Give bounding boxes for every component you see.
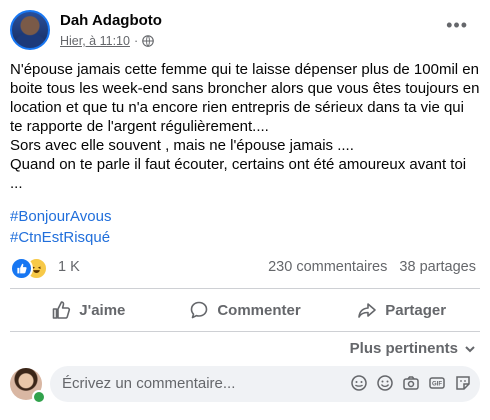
share-button[interactable]: Partager [323,290,480,330]
gif-icon[interactable]: GIF [428,374,446,392]
comment-icon [191,301,208,319]
thumbs-up-icon [52,301,71,319]
comment-label: Commenter [217,301,301,319]
reaction-count[interactable]: 1 K [58,259,80,275]
globe-icon[interactable] [142,35,154,47]
share-icon [358,303,377,318]
comment-input[interactable]: Écrivez un commentaire... GIF [50,366,480,402]
online-status-dot [32,390,46,404]
reactions-bar: 1 K 230 commentaires 38 partages [10,256,480,280]
author-avatar[interactable] [10,10,50,50]
meta-separator: · [133,34,139,48]
chevron-down-icon [465,345,475,352]
hashtags: #BonjourAvous #CtnEstRisqué [10,206,111,248]
hashtag-link[interactable]: #BonjourAvous [10,206,111,227]
engagement-counts: 230 commentaires 38 partages [260,259,476,275]
post-text-line: N'épouse jamais cette femme qui te laiss… [10,61,480,135]
sticker-face-icon[interactable] [454,374,472,392]
share-count[interactable]: 38 partages [399,259,476,275]
divider [10,331,480,332]
sort-label: Plus pertinents [349,340,458,357]
comment-placeholder: Écrivez un commentaire... [62,375,236,392]
emoji-icon[interactable] [376,374,394,392]
post-time[interactable]: Hier, à 11:10 [60,34,130,48]
post-text: N'épouse jamais cette femme qui te laiss… [10,60,480,193]
comment-button[interactable]: Commenter [167,290,324,330]
comment-sort-dropdown[interactable]: Plus pertinents [350,340,476,357]
author-name[interactable]: Dah Adagboto [60,12,162,29]
camera-icon[interactable] [402,374,420,392]
like-label: J'aime [79,301,126,319]
svg-text:GIF: GIF [432,382,442,388]
comment-tools: GIF [350,374,472,392]
share-label: Partager [385,301,447,319]
comment-composer: Écrivez un commentaire... GIF [10,366,480,404]
post-actions: J'aime Commenter Partager [10,290,480,330]
like-button[interactable]: J'aime [10,290,167,330]
more-horizontal-icon[interactable]: ••• [446,16,468,34]
reaction-icons[interactable] [10,256,52,280]
post-meta: Hier, à 11:10 · [60,34,154,48]
sticker-icon[interactable] [350,374,368,392]
comment-count[interactable]: 230 commentaires [268,259,387,275]
divider [10,288,480,289]
post-text-line: Quand on te parle il faut écouter, certa… [10,156,467,192]
hashtag-link[interactable]: #CtnEstRisqué [10,227,111,248]
post-header: Dah Adagboto Hier, à 11:10 · ••• [10,10,480,52]
like-reaction-icon [10,257,33,280]
post-text-line: Sors avec elle souvent , mais ne l'épous… [10,137,354,154]
